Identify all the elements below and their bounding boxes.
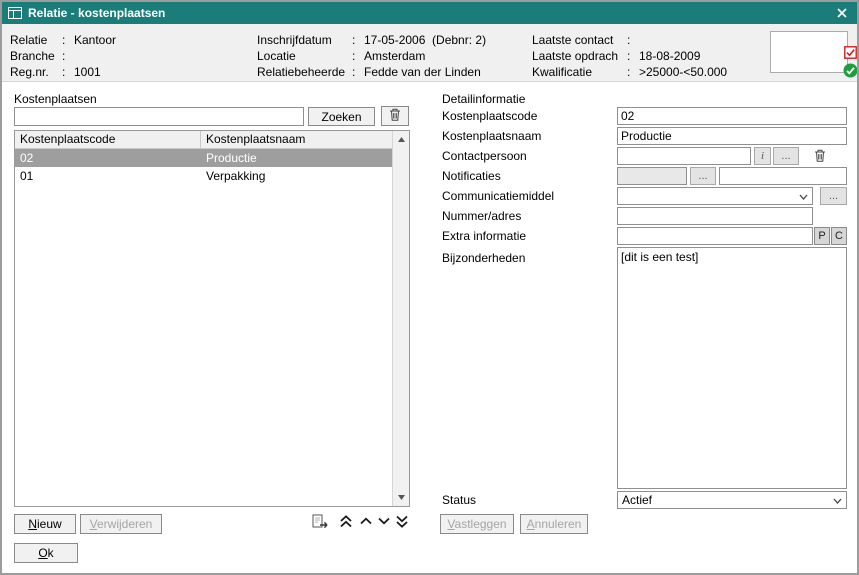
close-icon [837, 8, 847, 18]
vastleggen-button[interactable]: Vastleggen [440, 514, 514, 534]
nummer-adres-label: Nummer/adres [442, 209, 521, 223]
contactpersoon-browse-button[interactable]: ... [773, 147, 799, 165]
notificaties-browse-button[interactable]: ... [690, 167, 716, 185]
status-select[interactable]: Actief [617, 491, 847, 509]
extra-informatie-input[interactable] [617, 227, 813, 245]
chevron-double-up-icon [340, 516, 352, 531]
contactpersoon-info-button[interactable]: i [754, 147, 771, 165]
export-button[interactable] [312, 514, 329, 530]
header-info: Relatie:Kantoor Branche: Reg.nr.:1001 In… [2, 24, 857, 82]
table-scrollbar[interactable] [392, 131, 409, 506]
move-bottom-button[interactable] [396, 515, 408, 528]
header-column-3: Laatste contact: Laatste opdrach:18-08-2… [532, 32, 727, 80]
field-label: Reg.nr. [10, 64, 62, 80]
cell-name: Verpakking [201, 167, 392, 185]
kostenplaatsnaam-input[interactable] [617, 127, 847, 145]
field-value: Fedde van der Linden [364, 64, 481, 80]
field-value: 17-05-2006 (Debnr: 2) [364, 32, 486, 48]
move-top-button[interactable] [340, 515, 352, 528]
annuleren-button[interactable]: Annuleren [520, 514, 588, 534]
kostenplaatsen-table: Kostenplaatscode Kostenplaatsnaam 02 Pro… [14, 130, 410, 507]
field-value: 1001 [74, 64, 101, 80]
green-check-icon [843, 66, 858, 81]
field-label: Branche [10, 48, 62, 64]
field-value: >25000-<50.000 [639, 64, 727, 80]
notificaties-input-1[interactable] [617, 167, 687, 185]
kostenplaatscode-label: Kostenplaatscode [442, 109, 537, 123]
nieuw-button[interactable]: Nieuw [14, 514, 76, 534]
chevron-up-icon [360, 513, 372, 528]
kostenplaatsen-section-title: Kostenplaatsen [14, 92, 97, 106]
column-header-kostenplaatsnaam[interactable]: Kostenplaatsnaam [201, 131, 392, 148]
bijzonderheden-textarea[interactable]: [dit is een test] [617, 247, 847, 489]
table-body: 02 Productie 01 Verpakking [15, 149, 392, 185]
field-label: Kwalificatie [532, 64, 627, 80]
field-label: Locatie [257, 48, 352, 64]
header-column-2: Inschrijfdatum:17-05-2006 (Debnr: 2) Loc… [257, 32, 486, 80]
contactpersoon-input[interactable] [617, 147, 751, 165]
status-value: Actief [622, 493, 652, 507]
field-label: Inschrijfdatum [257, 32, 352, 48]
arrow-up-icon [398, 137, 405, 142]
kostenplaatsnaam-label: Kostenplaatsnaam [442, 129, 541, 143]
chevron-down-icon [799, 194, 808, 200]
move-up-button[interactable] [360, 517, 372, 525]
field-label: Relatie [10, 32, 62, 48]
close-button[interactable] [833, 4, 851, 22]
title-bar: Relatie - kostenplaatsen [2, 2, 857, 24]
field-label: Laatste contact [532, 32, 627, 48]
detailinformatie-section-title: Detailinformatie [442, 92, 525, 106]
communicatiemiddel-browse-button[interactable]: ... [820, 187, 847, 205]
zoeken-button[interactable]: Zoeken [308, 107, 375, 126]
red-check-button[interactable] [844, 46, 857, 59]
communicatiemiddel-label: Communicatiemiddel [442, 189, 554, 203]
cell-code: 02 [15, 149, 201, 167]
table-row[interactable]: 02 Productie [15, 149, 392, 167]
chevron-down-icon [378, 513, 390, 528]
export-icon [312, 518, 329, 533]
field-value: Kantoor [74, 32, 116, 48]
ok-button[interactable]: Ok [14, 543, 78, 563]
extra-informatie-label: Extra informatie [442, 229, 526, 243]
green-check-button[interactable] [843, 63, 858, 78]
search-input[interactable] [14, 107, 304, 126]
field-value: Amsterdam [364, 48, 425, 64]
status-label: Status [442, 493, 476, 507]
app-icon [8, 7, 22, 19]
nummer-adres-input[interactable] [617, 207, 813, 225]
window-title: Relatie - kostenplaatsen [28, 6, 827, 20]
field-value: 18-08-2009 [639, 48, 700, 64]
contactpersoon-delete-button[interactable] [814, 149, 826, 162]
scroll-down-button[interactable] [394, 490, 409, 505]
contactpersoon-label: Contactpersoon [442, 149, 527, 163]
scroll-up-button[interactable] [394, 132, 409, 147]
cell-code: 01 [15, 167, 201, 185]
photo-placeholder [770, 31, 848, 73]
bijzonderheden-label: Bijzonderheden [442, 251, 525, 265]
field-label: Laatste opdrach [532, 48, 627, 64]
table-row[interactable]: 01 Verpakking [15, 167, 392, 185]
field-label: Relatiebeheerde [257, 64, 352, 80]
move-down-button[interactable] [378, 517, 390, 525]
notificaties-input-2[interactable] [719, 167, 847, 185]
trash-icon [389, 108, 401, 121]
trash-icon [814, 150, 826, 165]
chevron-down-icon [833, 498, 842, 504]
header-column-1: Relatie:Kantoor Branche: Reg.nr.:1001 [10, 32, 116, 80]
chevron-double-down-icon [396, 516, 408, 531]
column-header-kostenplaatscode[interactable]: Kostenplaatscode [15, 131, 201, 148]
notificaties-label: Notificaties [442, 169, 501, 183]
red-check-icon [844, 47, 857, 62]
table-header-row: Kostenplaatscode Kostenplaatsnaam [15, 131, 392, 149]
cell-name: Productie [201, 149, 392, 167]
extra-informatie-c-button[interactable]: C [831, 227, 847, 245]
kostenplaatscode-input[interactable] [617, 107, 847, 125]
extra-informatie-p-button[interactable]: P [814, 227, 830, 245]
arrow-down-icon [398, 495, 405, 500]
relatie-kostenplaatsen-dialog: Relatie - kostenplaatsen Relatie:Kantoor… [0, 0, 859, 575]
verwijderen-button[interactable]: Verwijderen [80, 514, 162, 534]
delete-search-button[interactable] [381, 106, 409, 126]
communicatiemiddel-select[interactable] [617, 187, 813, 205]
